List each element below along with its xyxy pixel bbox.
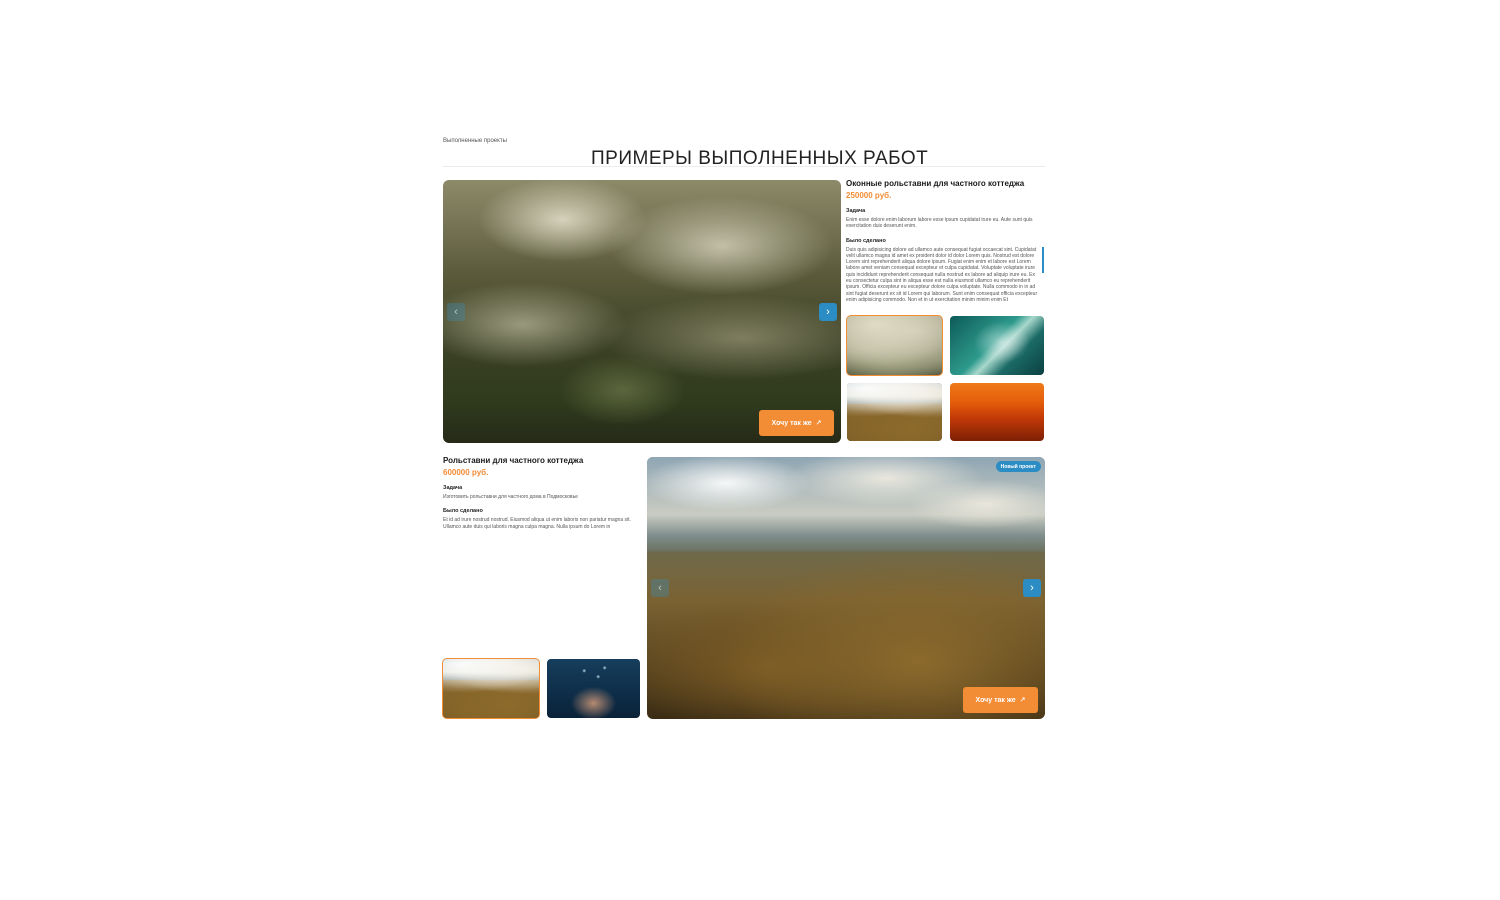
project1-main-slider[interactable]: ‹ › Хочу так же ↗ <box>443 180 841 443</box>
thumb-photo <box>847 383 942 441</box>
project2-prev-button[interactable]: ‹ <box>651 579 669 597</box>
chevron-right-icon: › <box>1030 582 1034 594</box>
project2-done-text: Et id ad irure nostrud nostrud. Eiusmod … <box>443 517 631 530</box>
project1-main-photo <box>443 180 841 443</box>
project1-task-label: Задача <box>846 208 866 214</box>
cta-label: Хочу так же <box>771 419 812 427</box>
project1-thumb-2[interactable] <box>950 316 1044 375</box>
project2-next-button[interactable]: › <box>1023 579 1041 597</box>
project2-thumb-1[interactable] <box>442 658 540 719</box>
chevron-left-icon: ‹ <box>454 306 458 318</box>
thumb-photo <box>950 383 1044 441</box>
thumb-photo <box>950 316 1044 375</box>
project2-task-text: Изготовить рольставни для частного дома … <box>443 494 578 500</box>
project2-title: Рольставни для частного коттеджа <box>443 456 584 465</box>
project1-done-text: Duis quis adipisicing dolore ad ullamco … <box>846 246 1038 303</box>
project1-prev-button[interactable]: ‹ <box>447 303 465 321</box>
breadcrumb[interactable]: Выполненные проекты <box>443 138 507 144</box>
arrow-up-right-icon: ↗ <box>1019 697 1026 704</box>
section-header: Выполненные проекты ПРИМЕРЫ ВЫПОЛНЕННЫХ … <box>443 128 1045 169</box>
thumb-photo <box>547 659 640 718</box>
project1-task-text: Enim esse dolore enim laborum labore ess… <box>846 217 1033 230</box>
project1-title: Оконные рольставни для частного коттеджа <box>846 179 1025 188</box>
thumb-photo <box>443 659 539 718</box>
project1-done-label: Было сделано <box>846 237 886 244</box>
scrollbar[interactable] <box>1042 246 1044 273</box>
project2-done-label: Было сделано <box>443 508 483 515</box>
chevron-right-icon: › <box>826 306 830 318</box>
projects-section: Выполненные проекты ПРИМЕРЫ ВЫПОЛНЕННЫХ … <box>443 128 1045 169</box>
project2-cta-button[interactable]: Хочу так же ↗ <box>963 687 1038 713</box>
project1-info: Оконные рольставни для частного коттеджа… <box>846 179 1044 309</box>
page-title: ПРИМЕРЫ ВЫПОЛНЕННЫХ РАБОТ <box>591 147 929 169</box>
project1-done-scroll[interactable]: Duis quis adipisicing dolore ad ullamco … <box>846 246 1044 309</box>
project1-price: 250000 руб. <box>846 191 892 200</box>
project1-thumb-1[interactable] <box>846 315 943 376</box>
thumb-photo <box>847 316 942 375</box>
project1-thumb-4[interactable] <box>950 383 1044 441</box>
project2-price: 600000 руб. <box>443 468 489 477</box>
project2-task-label: Задача <box>443 485 463 491</box>
project2-main-slider[interactable]: Новый проект ‹ › Хочу так же ↗ <box>647 457 1045 719</box>
chevron-left-icon: ‹ <box>658 582 662 594</box>
project1-next-button[interactable]: › <box>819 303 837 321</box>
project2-thumb-2[interactable] <box>547 659 640 718</box>
arrow-up-right-icon: ↗ <box>815 420 822 427</box>
new-project-badge: Новый проект <box>995 461 1041 472</box>
project2-main-photo <box>647 457 1045 719</box>
project2-info: Рольставни для частного коттеджа 600000 … <box>443 456 638 538</box>
cta-label: Хочу так же <box>975 696 1016 704</box>
project1-cta-button[interactable]: Хочу так же ↗ <box>759 410 834 436</box>
project1-thumb-3[interactable] <box>847 383 942 441</box>
